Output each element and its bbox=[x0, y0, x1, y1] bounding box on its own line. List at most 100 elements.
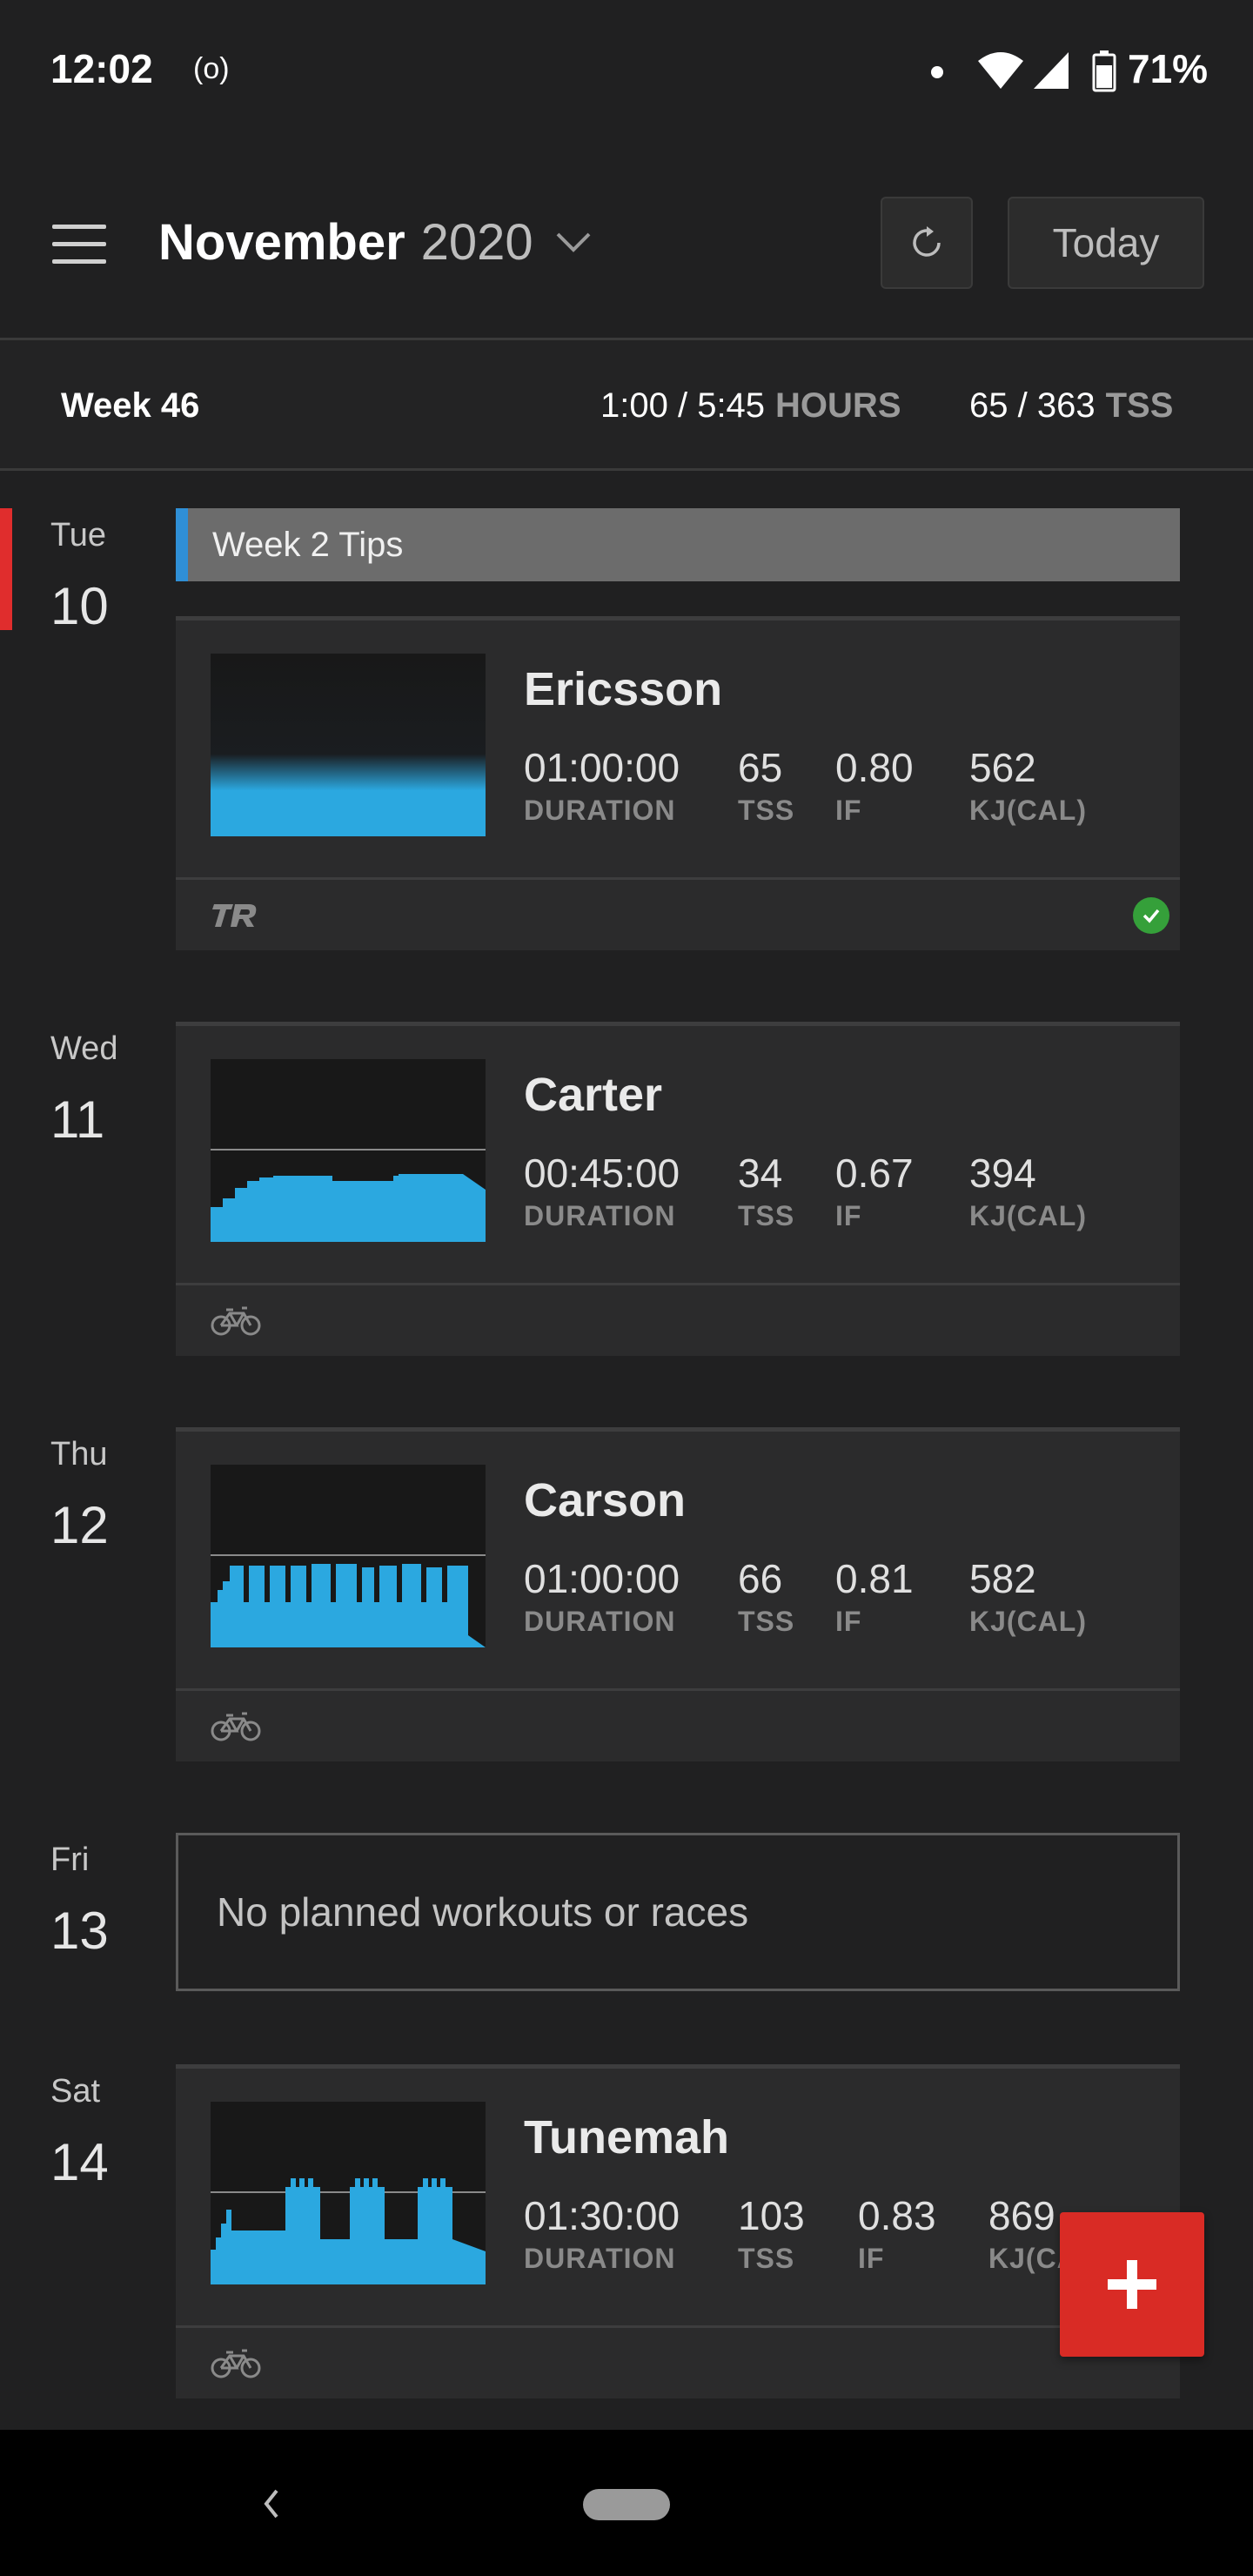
day-weekday: Sat bbox=[50, 2073, 101, 2110]
bike-icon bbox=[211, 1306, 261, 1336]
bike-icon bbox=[211, 2349, 261, 2378]
if-value: 0.67 bbox=[835, 1150, 914, 1196]
back-icon[interactable] bbox=[254, 2482, 289, 2526]
plus-icon bbox=[1108, 2260, 1156, 2309]
kj-label: KJ(CAL) bbox=[969, 1606, 1087, 1637]
day-number: 13 bbox=[50, 1902, 109, 1960]
duration-label: DURATION bbox=[524, 795, 676, 826]
if-value: 0.81 bbox=[835, 1556, 914, 1601]
duration-metric: 01:30:00 DURATION bbox=[524, 2192, 680, 2275]
day-number: 10 bbox=[50, 577, 109, 635]
workout-title: Carter bbox=[524, 1069, 663, 1121]
tss-metric: 66 TSS bbox=[738, 1555, 794, 1638]
duration-value: 01:00:00 bbox=[524, 1556, 680, 1601]
card-footer bbox=[176, 1283, 1180, 1356]
workout-graph bbox=[211, 1059, 486, 1242]
status-time: 12:02 bbox=[50, 46, 153, 91]
workout-card[interactable]: Tunemah 01:30:00 DURATION 103 TSS 0.83 IF 8… bbox=[176, 2064, 1180, 2398]
signal-icon bbox=[1034, 52, 1069, 89]
day-number: 12 bbox=[50, 1496, 109, 1554]
duration-value: 00:45:00 bbox=[524, 1150, 680, 1196]
day-weekday: Tue bbox=[50, 517, 107, 553]
week-hours: 1:00 / 5:45 HOURS bbox=[600, 386, 901, 426]
hamburger-icon-line bbox=[52, 242, 106, 246]
duration-label: DURATION bbox=[524, 1606, 676, 1637]
kj-label: KJ(CAL) bbox=[969, 1200, 1087, 1231]
if-label: IF bbox=[835, 795, 862, 826]
sync-status-icon: (o) bbox=[193, 52, 230, 85]
trainerroad-logo-icon bbox=[212, 904, 257, 927]
workout-graph bbox=[211, 2102, 486, 2284]
if-label: IF bbox=[835, 1606, 862, 1637]
kj-value: 394 bbox=[969, 1150, 1036, 1196]
card-footer bbox=[176, 1688, 1180, 1761]
if-label: IF bbox=[858, 2243, 885, 2274]
month-year: 2020 bbox=[420, 213, 533, 271]
tss-metric: 34 TSS bbox=[738, 1150, 794, 1232]
if-metric: 0.80 IF bbox=[835, 744, 914, 827]
duration-label: DURATION bbox=[524, 2243, 676, 2274]
kj-metric: 394 KJ(CAL) bbox=[969, 1150, 1087, 1232]
hamburger-icon-line bbox=[52, 259, 106, 264]
kj-value: 562 bbox=[969, 745, 1036, 790]
tss-label: TSS bbox=[738, 2243, 795, 2274]
add-workout-button[interactable] bbox=[1060, 2212, 1204, 2357]
tss-value: 65 bbox=[738, 745, 783, 790]
week-hours-value: 1:00 / 5:45 bbox=[600, 386, 766, 425]
tss-label: TSS bbox=[738, 795, 795, 826]
card-footer bbox=[176, 2325, 1180, 2398]
battery-percent: 71% bbox=[1128, 46, 1209, 91]
day-weekday: Fri bbox=[50, 1841, 90, 1878]
home-pill-button[interactable] bbox=[583, 2489, 670, 2520]
week-tips-note[interactable]: Week 2 Tips bbox=[176, 508, 1180, 581]
workout-card[interactable]: Ericsson 01:00:00 DURATION 65 TSS 0.80 IF 5… bbox=[176, 616, 1180, 950]
workout-title: Tunemah bbox=[524, 2111, 730, 2163]
tss-label: TSS bbox=[738, 1606, 795, 1637]
workout-graph bbox=[211, 1465, 486, 1647]
battery-icon bbox=[1092, 50, 1116, 92]
duration-metric: 00:45:00 DURATION bbox=[524, 1150, 680, 1232]
day-number: 14 bbox=[50, 2133, 109, 2191]
duration-value: 01:00:00 bbox=[524, 745, 680, 790]
duration-label: DURATION bbox=[524, 1200, 676, 1231]
bike-icon bbox=[211, 1712, 261, 1741]
tss-value: 66 bbox=[738, 1556, 783, 1601]
tss-label: TSS bbox=[738, 1200, 795, 1231]
chevron-down-icon bbox=[556, 232, 591, 252]
week-tss-unit: TSS bbox=[1105, 386, 1174, 425]
completed-check-icon bbox=[1133, 897, 1169, 934]
kj-metric: 562 KJ(CAL) bbox=[969, 744, 1087, 827]
if-label: IF bbox=[835, 1200, 862, 1231]
tss-value: 34 bbox=[738, 1150, 783, 1196]
workout-graph bbox=[211, 654, 486, 836]
notification-dot-icon bbox=[931, 66, 943, 78]
if-metric: 0.67 IF bbox=[835, 1150, 914, 1232]
refresh-button[interactable] bbox=[881, 197, 973, 289]
wifi-icon bbox=[978, 52, 1023, 89]
hamburger-icon bbox=[52, 225, 106, 229]
day-number: 11 bbox=[50, 1090, 105, 1149]
month-name: November bbox=[158, 213, 405, 271]
today-marker bbox=[0, 508, 12, 630]
card-footer bbox=[176, 877, 1180, 950]
day-weekday: Thu bbox=[50, 1436, 108, 1472]
duration-value: 01:30:00 bbox=[524, 2193, 680, 2238]
week-hours-unit: HOURS bbox=[775, 386, 901, 425]
if-value: 0.83 bbox=[858, 2193, 936, 2238]
menu-button[interactable] bbox=[45, 218, 115, 270]
if-metric: 0.81 IF bbox=[835, 1555, 914, 1638]
day-weekday: Wed bbox=[50, 1030, 118, 1067]
month-picker[interactable]: November 2020 bbox=[158, 207, 593, 277]
workout-card[interactable]: Carson 01:00:00 DURATION 66 TSS 0.81 IF 582… bbox=[176, 1427, 1180, 1761]
workout-card[interactable]: Carter 00:45:00 DURATION 34 TSS 0.67 IF 394… bbox=[176, 1022, 1180, 1356]
kj-value: 582 bbox=[969, 1556, 1036, 1601]
duration-metric: 01:00:00 DURATION bbox=[524, 1555, 680, 1638]
workout-title: Carson bbox=[524, 1474, 687, 1526]
if-metric: 0.83 IF bbox=[858, 2192, 936, 2275]
tss-metric: 103 TSS bbox=[738, 2192, 805, 2275]
if-value: 0.80 bbox=[835, 745, 914, 790]
today-button[interactable]: Today bbox=[1008, 197, 1204, 289]
week-label: Week 46 bbox=[61, 386, 200, 425]
empty-day-placeholder[interactable]: No planned workouts or races bbox=[176, 1833, 1180, 1991]
divider bbox=[0, 468, 1253, 471]
